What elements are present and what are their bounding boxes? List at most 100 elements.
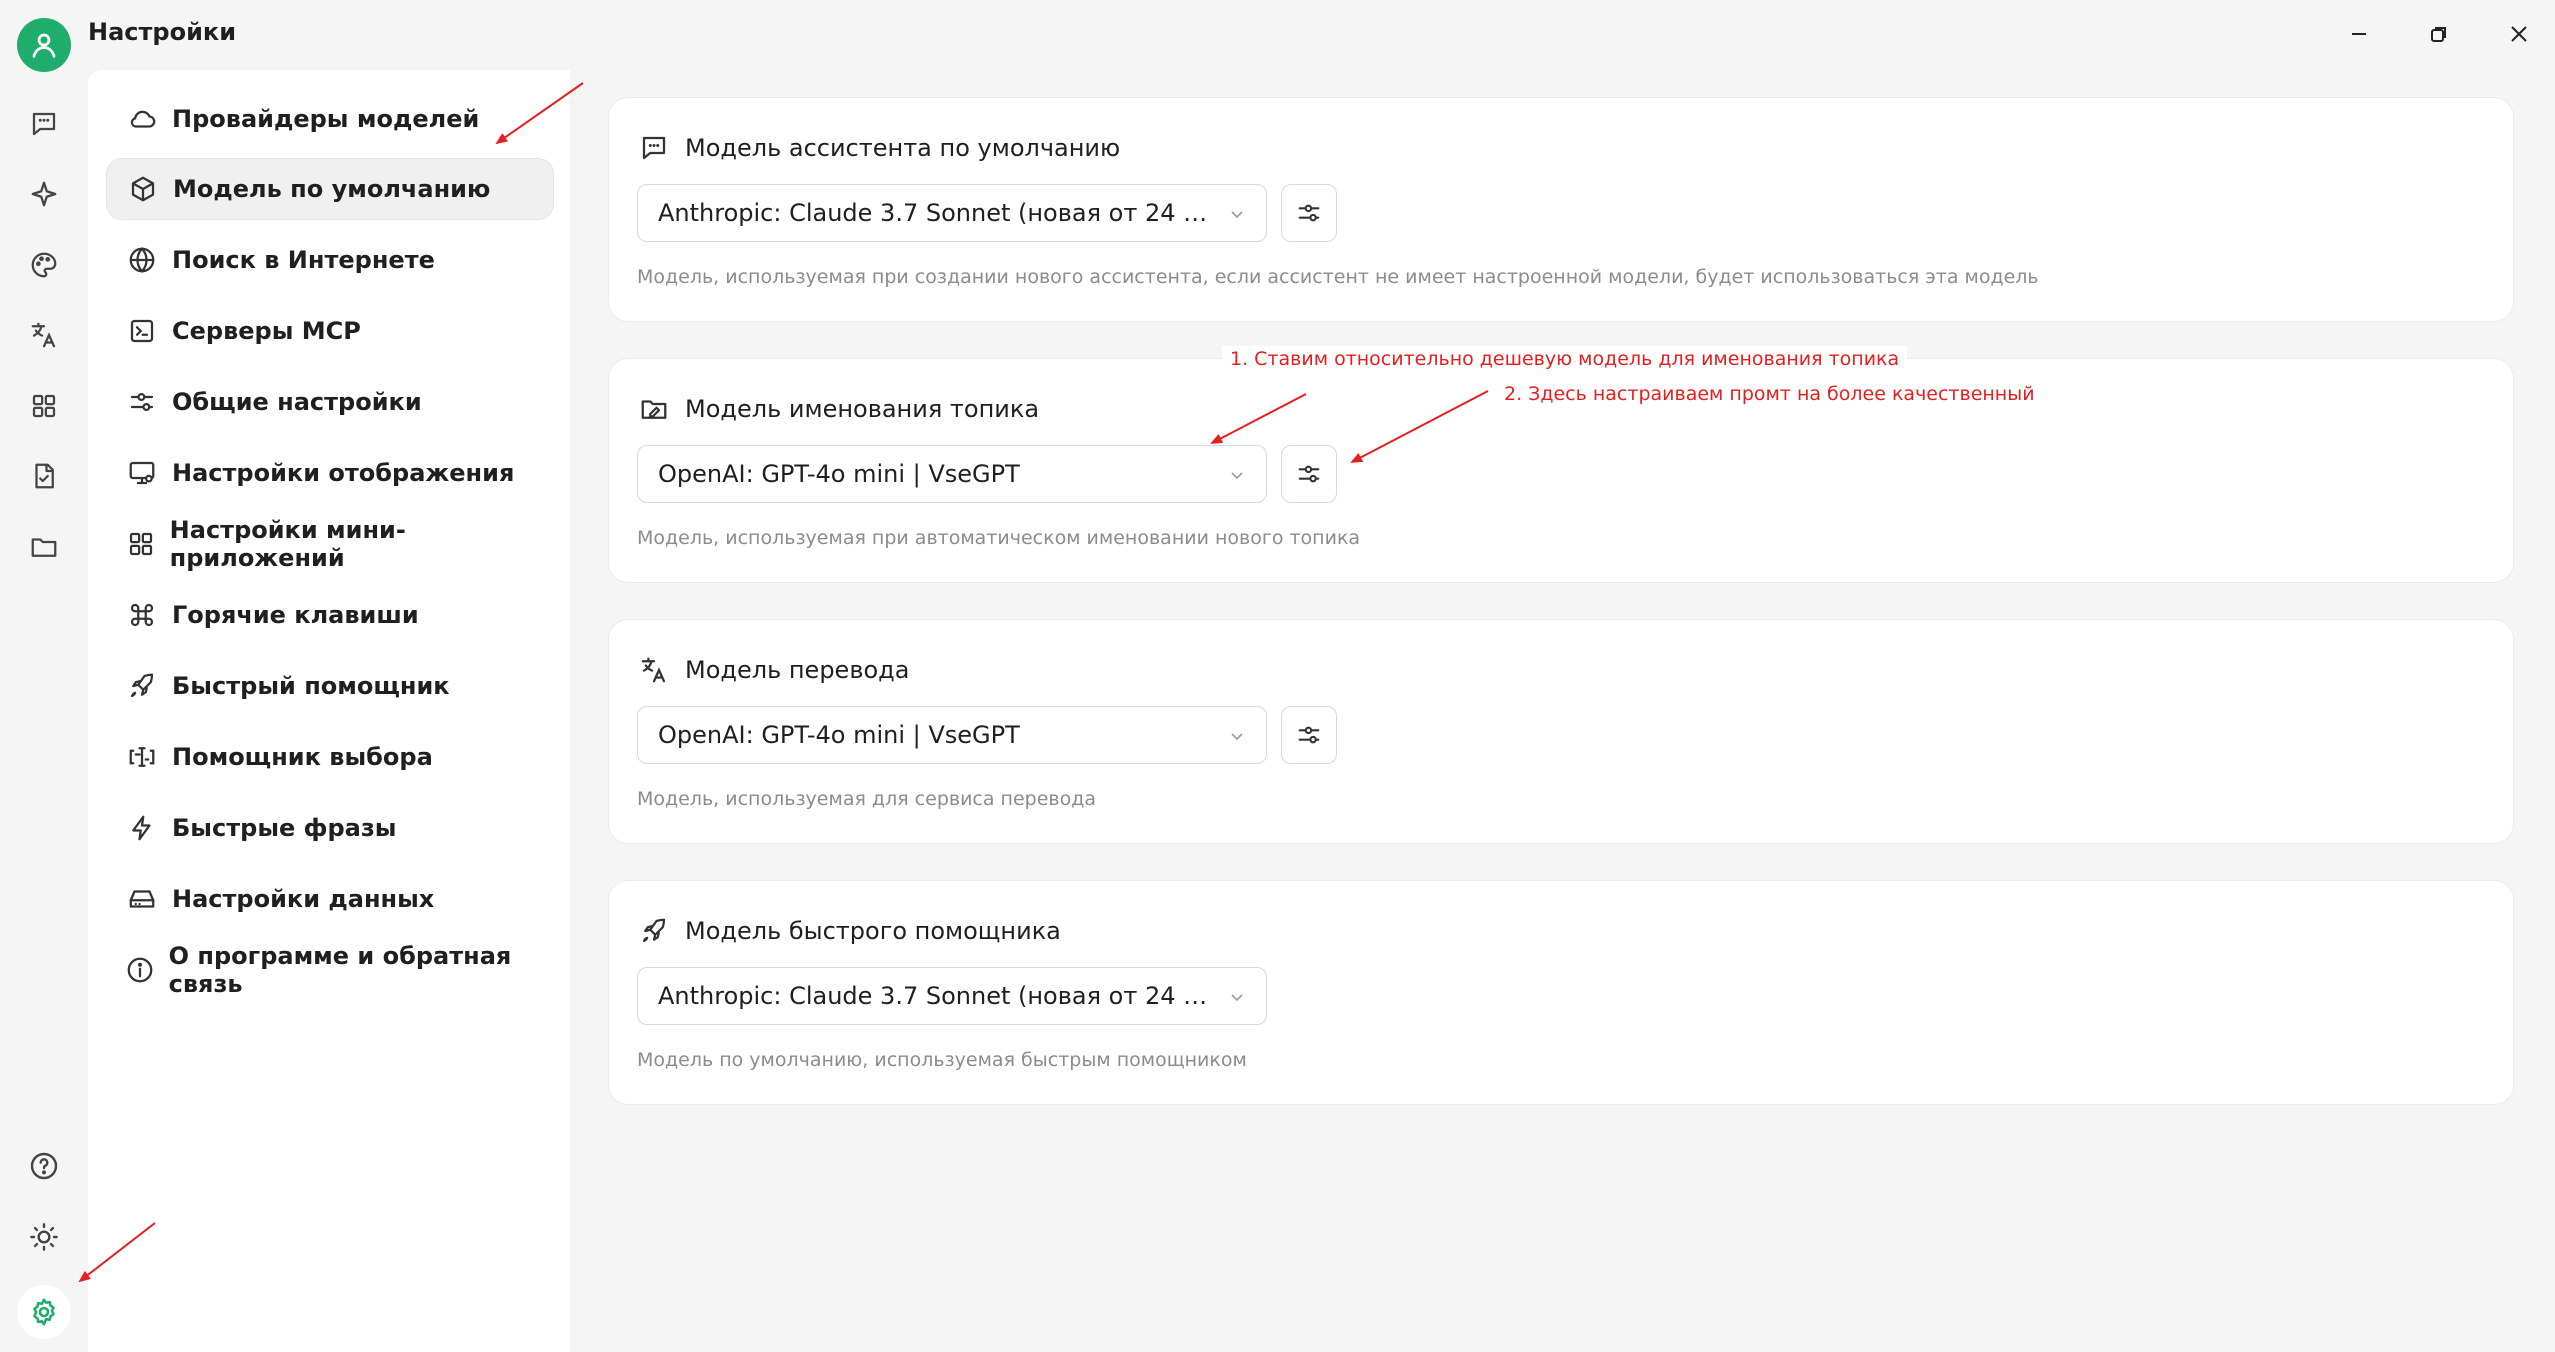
rail-paintings[interactable] — [22, 243, 66, 287]
menu-item-mcp-servers[interactable]: Серверы MCP — [106, 300, 554, 362]
menu-item-about[interactable]: О программе и обратная связь — [106, 939, 554, 1001]
menu-item-label: Общие настройки — [172, 388, 422, 416]
icon-rail — [0, 70, 88, 1352]
menu-item-quick-assistant[interactable]: Быстрый помощник — [106, 655, 554, 717]
card-description: Модель по умолчанию, используемая быстры… — [637, 1049, 1247, 1071]
minimize-icon — [2352, 33, 2366, 35]
lightning-icon — [124, 810, 160, 846]
folder-icon — [31, 538, 57, 557]
menu-item-web-search[interactable]: Поиск в Интернете — [106, 229, 554, 291]
main-content: Модель ассистента по умолчанию Anthropic… — [570, 70, 2555, 1352]
user-avatar[interactable] — [17, 18, 71, 72]
selected-model: Anthropic: Claude 3.7 Sonnet (новая от 2… — [658, 199, 1210, 227]
chat-icon — [637, 131, 671, 165]
rail-help[interactable] — [22, 1144, 66, 1188]
command-icon — [124, 597, 160, 633]
chat-icon — [32, 112, 56, 136]
menu-item-general-settings[interactable]: Общие настройки — [106, 371, 554, 433]
annotation-note-2: 2. Здесь настраиваем промт на более каче… — [1496, 381, 2043, 407]
menu-item-label: Поиск в Интернете — [172, 246, 435, 274]
document-icon — [35, 463, 54, 489]
menu-item-default-model[interactable]: Модель по умолчанию — [106, 158, 554, 220]
palette-icon — [31, 252, 57, 278]
settings-menu: Провайдеры моделей Модель по умолчанию П… — [88, 70, 570, 1352]
menu-item-data-settings[interactable]: Настройки данных — [106, 868, 554, 930]
annotation-note-1: 1. Ставим относительно дешевую модель дл… — [1222, 346, 1908, 372]
rail-theme[interactable] — [22, 1215, 66, 1259]
apps-grid-icon — [32, 394, 56, 418]
menu-item-model-providers[interactable]: Провайдеры моделей — [106, 88, 554, 150]
apps-grid-icon — [124, 526, 158, 562]
rail-minapps[interactable] — [22, 384, 66, 428]
rail-agents[interactable] — [22, 172, 66, 216]
sliders-icon — [1298, 465, 1320, 483]
menu-item-label: О программе и обратная связь — [168, 942, 512, 998]
user-icon — [32, 33, 56, 58]
model-settings-button[interactable] — [1281, 445, 1337, 503]
menu-item-label: Горячие клавиши — [172, 601, 419, 629]
card-description: Модель, используемая при создании нового… — [637, 266, 2039, 288]
globe-icon — [124, 242, 160, 278]
card-description: Модель, используемая для сервиса перевод… — [637, 788, 1097, 810]
card-translate-model: Модель перевода OpenAI: GPT-4o mini | Vs… — [608, 619, 2514, 844]
restore-icon — [2431, 27, 2446, 42]
cloud-icon — [124, 101, 160, 137]
selected-model: Anthropic: Claude 3.7 Sonnet (новая от 2… — [658, 982, 1210, 1010]
selected-model: OpenAI: GPT-4o mini | VseGPT — [658, 460, 1020, 488]
menu-item-quick-phrases[interactable]: Быстрые фразы — [106, 797, 554, 859]
settings-gear-icon — [33, 1298, 55, 1326]
menu-item-selection-assistant[interactable]: Помощник выбора — [106, 726, 554, 788]
model-select[interactable]: Anthropic: Claude 3.7 Sonnet (новая от 2… — [637, 184, 1267, 242]
maximize-button[interactable] — [2416, 14, 2462, 54]
terminal-icon — [124, 313, 160, 349]
title-bar: Настройки — [0, 0, 2555, 72]
selected-model: OpenAI: GPT-4o mini | VseGPT — [658, 721, 1020, 749]
sliders-icon — [124, 384, 160, 420]
model-settings-button[interactable] — [1281, 706, 1337, 764]
drive-icon — [124, 881, 160, 917]
rail-settings[interactable] — [17, 1285, 71, 1339]
translate-icon — [31, 322, 56, 348]
help-icon — [30, 1152, 58, 1180]
sliders-icon — [1298, 204, 1320, 222]
model-select[interactable]: OpenAI: GPT-4o mini | VseGPT — [637, 706, 1267, 764]
monitor-icon — [124, 455, 160, 491]
card-title: Модель быстрого помощника — [637, 911, 1061, 951]
card-quick-assistant-model: Модель быстрого помощника Anthropic: Cla… — [608, 880, 2514, 1105]
menu-item-label: Настройки отображения — [172, 459, 515, 487]
rocket-icon — [124, 668, 160, 704]
cube-icon — [125, 171, 161, 207]
model-settings-button[interactable] — [1281, 184, 1337, 242]
close-icon — [2511, 26, 2527, 42]
menu-item-label: Настройки мини-приложений — [169, 516, 406, 572]
menu-item-label: Быстрые фразы — [172, 814, 397, 842]
model-select[interactable]: OpenAI: GPT-4o mini | VseGPT — [637, 445, 1267, 503]
menu-item-miniapp-settings[interactable]: Настройки мини-приложений — [106, 513, 554, 575]
translate-icon — [637, 653, 671, 687]
menu-item-display-settings[interactable]: Настройки отображения — [106, 442, 554, 504]
menu-item-label: Серверы MCP — [172, 317, 361, 345]
model-select[interactable]: Anthropic: Claude 3.7 Sonnet (новая от 2… — [637, 967, 1267, 1025]
rail-knowledge[interactable] — [22, 454, 66, 498]
rail-translate[interactable] — [22, 313, 66, 357]
menu-item-label: Быстрый помощник — [172, 672, 450, 700]
card-title: Модель перевода — [637, 650, 909, 690]
chevron-down-icon — [1226, 986, 1248, 1008]
sliders-icon — [1298, 726, 1320, 744]
menu-item-label: Провайдеры моделей — [172, 105, 480, 133]
chevron-down-icon — [1226, 464, 1248, 486]
folder-edit-icon — [637, 392, 671, 426]
rail-chat[interactable] — [22, 102, 66, 146]
theme-sun-icon — [30, 1223, 58, 1251]
menu-item-label: Модель по умолчанию — [173, 175, 491, 203]
card-description: Модель, используемая при автоматическом … — [637, 527, 1361, 549]
card-default-assistant-model: Модель ассистента по умолчанию Anthropic… — [608, 97, 2514, 322]
card-title: Модель ассистента по умолчанию — [637, 128, 1120, 168]
menu-item-hotkeys[interactable]: Горячие клавиши — [106, 584, 554, 646]
close-button[interactable] — [2496, 14, 2542, 54]
rail-files[interactable] — [22, 525, 66, 569]
sparkle-icon — [31, 181, 57, 207]
minimize-button[interactable] — [2336, 14, 2382, 54]
menu-item-label: Помощник выбора — [172, 743, 433, 771]
card-title: Модель именования топика — [637, 389, 1039, 429]
